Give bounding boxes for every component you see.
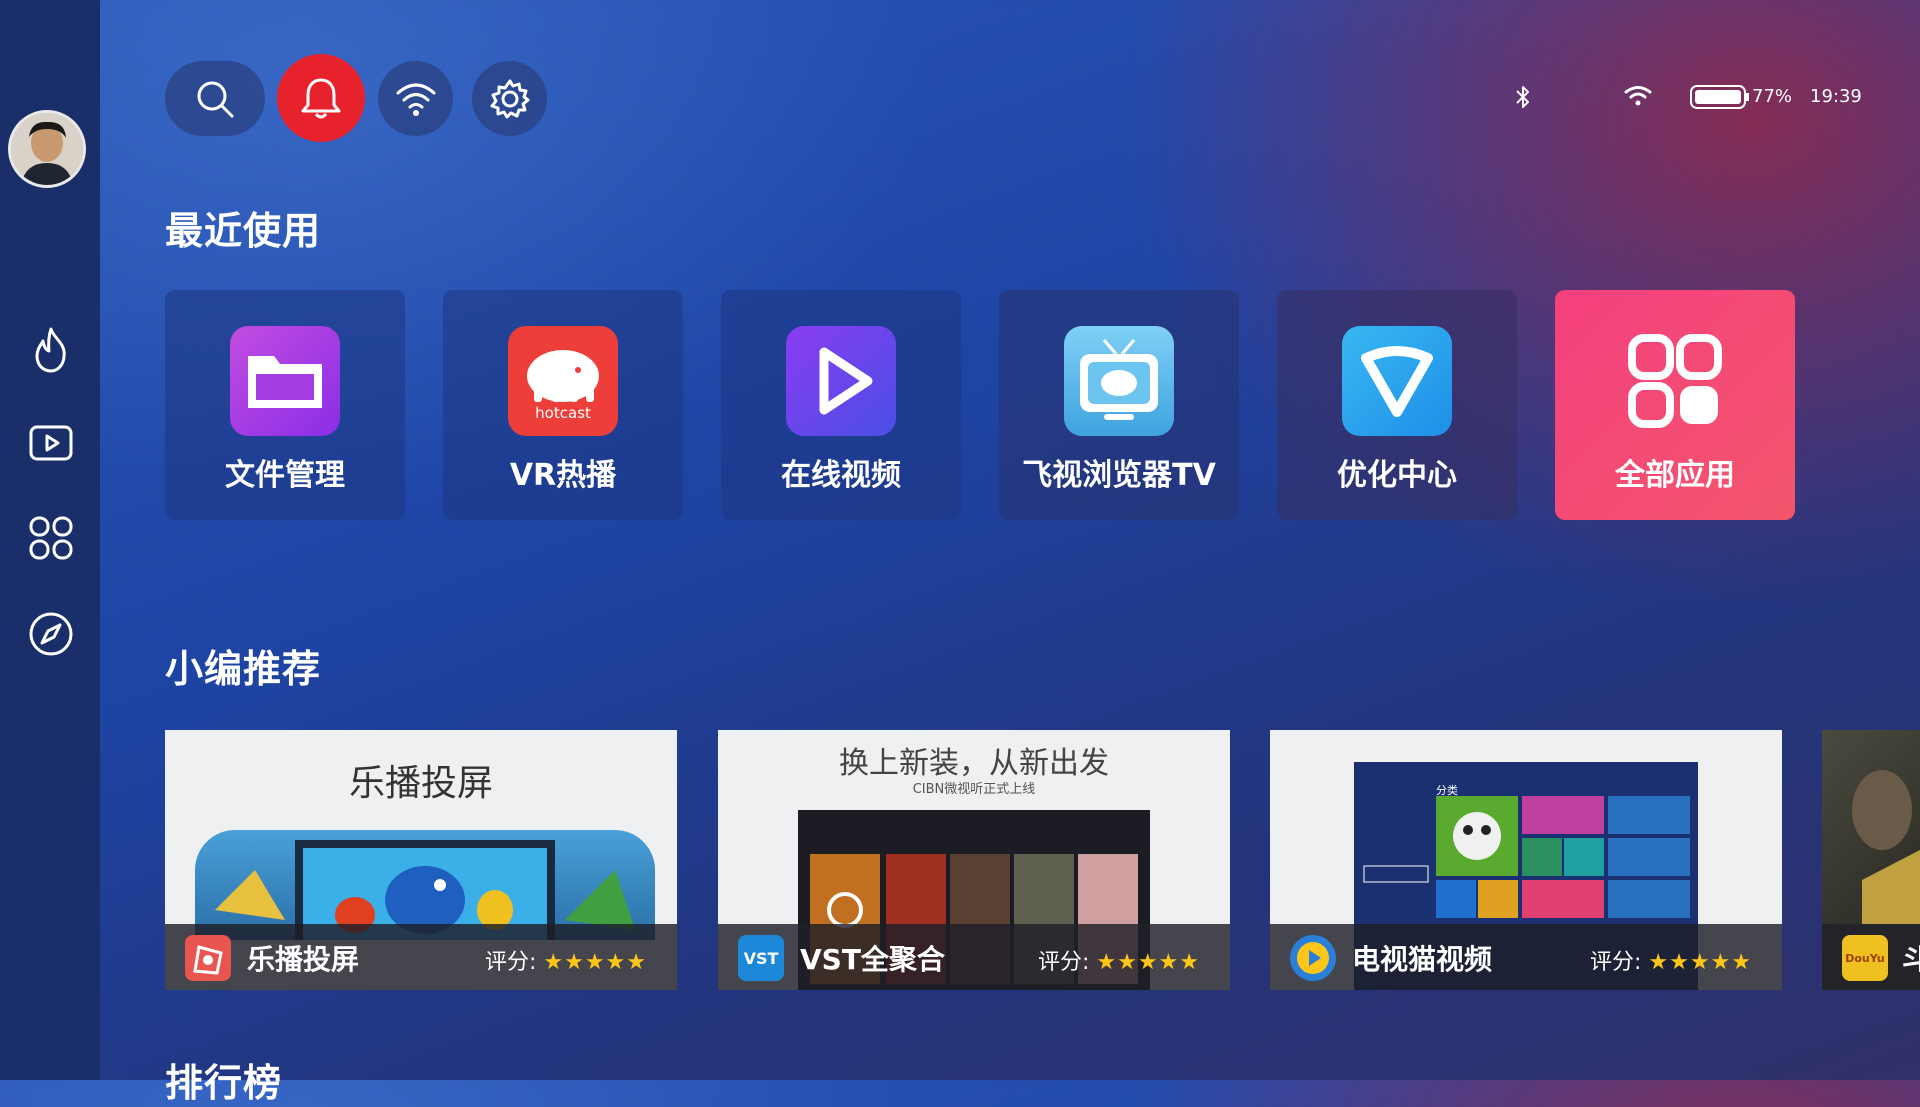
rating-label: 评分:	[1037, 950, 1090, 975]
card-app-name: 斗	[1902, 943, 1920, 976]
card-banner-title: 换上新装，从新出发	[839, 746, 1109, 781]
featured-section-title: 小编推荐	[165, 647, 322, 691]
tv-globe-icon	[1064, 326, 1174, 436]
bell-icon	[301, 78, 341, 119]
app-tile-vr-hotcast[interactable]: hotcast VR热播	[443, 290, 683, 520]
compass-icon[interactable]	[26, 609, 76, 659]
battery-percent: 77%	[1752, 86, 1793, 107]
rating-label: 评分:	[484, 950, 537, 975]
banner-image	[1822, 730, 1920, 924]
banner-category-label: 分类	[1436, 784, 1458, 797]
play-icon	[786, 326, 896, 436]
card-banner-subtitle: CIBN微视听正式上线	[912, 782, 1036, 797]
app-tile-browser-tv[interactable]: 飞视浏览器TV	[999, 290, 1239, 520]
wifi-button[interactable]	[378, 61, 453, 136]
featured-card-lebo[interactable]: 乐播投屏 乐播投屏 评分: ★★★★★	[165, 730, 677, 990]
app-tile-all-apps[interactable]: 全部应用	[1555, 290, 1795, 520]
card-banner-title: 乐播投屏	[348, 763, 493, 804]
recent-section-title: 最近使用	[165, 209, 322, 253]
lebo-app-icon	[185, 935, 231, 981]
flame-icon[interactable]	[26, 325, 76, 375]
card-app-name: 电视猫视频	[1352, 943, 1493, 976]
featured-card-douyu[interactable]: DouYu 斗	[1822, 730, 1920, 990]
card-info-bar: 电视猫视频 评分: ★★★★★	[1270, 924, 1782, 990]
app-tile-online-video[interactable]: 在线视频	[721, 290, 961, 520]
hotcast-logo-text: hotcast	[535, 404, 591, 422]
app-label: 文件管理	[225, 458, 345, 493]
card-rating: 评分: ★★★★★	[1038, 944, 1200, 976]
rating-stars: ★★★★★	[543, 950, 647, 975]
search-button[interactable]	[165, 61, 265, 136]
wifi-icon	[396, 83, 435, 116]
featured-card-vst[interactable]: 换上新装，从新出发 CIBN微视听正式上线 VST VST全聚合 评分: ★★★…	[718, 730, 1230, 990]
app-label: 飞视浏览器TV	[1022, 458, 1216, 493]
card-info-bar: VST VST全聚合 评分: ★★★★★	[718, 924, 1230, 990]
gear-icon	[490, 79, 529, 118]
rating-stars: ★★★★★	[1096, 950, 1200, 975]
app-tile-file-manager[interactable]: 文件管理	[165, 290, 405, 520]
card-app-name: VST全聚合	[800, 943, 945, 976]
apps-icon[interactable]	[26, 513, 76, 563]
card-info-bar: DouYu 斗	[1822, 924, 1920, 990]
settings-button[interactable]	[472, 61, 547, 136]
app-label: VR热播	[509, 458, 617, 493]
app-label: 优化中心	[1337, 458, 1457, 493]
clock: 19:39	[1810, 86, 1862, 107]
featured-card-tvcat[interactable]: 分类 电视猫视频 评分: ★★★★★	[1270, 730, 1782, 990]
rating-label: 评分:	[1589, 950, 1642, 975]
app-tile-optimize-center[interactable]: 优化中心	[1277, 290, 1517, 520]
card-rating: 评分: ★★★★★	[1590, 944, 1752, 976]
tvcat-app-icon	[1290, 935, 1336, 981]
rating-stars: ★★★★★	[1648, 950, 1752, 975]
bluetooth-icon	[1512, 84, 1534, 115]
notification-button[interactable]	[277, 54, 365, 142]
search-icon	[197, 81, 234, 117]
vst-app-icon: VST	[738, 935, 784, 981]
battery-icon	[1690, 84, 1750, 115]
folder-icon	[230, 326, 340, 436]
app-label: 在线视频	[781, 458, 901, 493]
douyu-app-icon: DouYu	[1842, 935, 1888, 981]
card-info-bar: 乐播投屏 评分: ★★★★★	[165, 924, 677, 990]
app-label: 全部应用	[1615, 458, 1735, 493]
shield-icon	[1342, 326, 1452, 436]
avatar[interactable]	[8, 110, 86, 188]
hotcast-icon: hotcast	[508, 326, 618, 436]
card-app-name: 乐播投屏	[247, 943, 360, 976]
card-rating: 评分: ★★★★★	[485, 944, 647, 976]
sidebar	[0, 0, 100, 1080]
play-icon[interactable]	[26, 418, 76, 468]
status-wifi-icon	[1623, 83, 1653, 112]
apps-icon	[1620, 326, 1730, 436]
